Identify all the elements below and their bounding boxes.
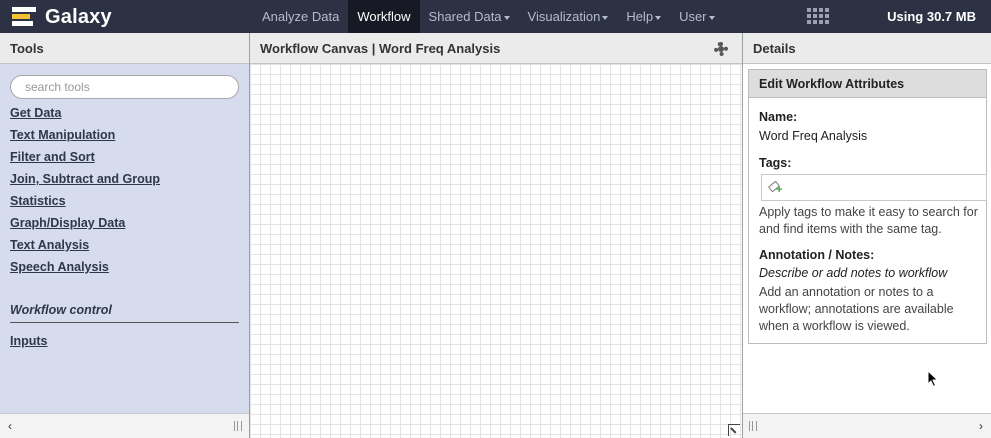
tool-section-text-analysis[interactable]: Text Analysis bbox=[10, 237, 160, 259]
chevron-down-icon bbox=[708, 15, 715, 20]
nav-workflow[interactable]: Workflow bbox=[348, 0, 420, 33]
chevron-down-icon bbox=[503, 15, 510, 20]
tool-search-input[interactable] bbox=[10, 75, 239, 99]
chevron-down-icon bbox=[602, 15, 609, 20]
name-label: Name: bbox=[759, 110, 798, 124]
main-nav: Analyze Data Workflow Shared Data Visual… bbox=[253, 0, 724, 33]
annotation-label: Annotation / Notes: bbox=[759, 248, 875, 262]
nav-shared-data[interactable]: Shared Data bbox=[420, 0, 519, 33]
grid-icon[interactable] bbox=[807, 8, 829, 26]
scroll-left-icon[interactable]: ‹ bbox=[4, 419, 16, 433]
nav-visualization[interactable]: Visualization bbox=[519, 0, 618, 33]
details-panel: Details Edit Workflow Attributes Name: W… bbox=[742, 33, 991, 438]
nav-label: Help bbox=[626, 9, 654, 24]
resize-grip-icon[interactable] bbox=[749, 421, 757, 431]
annotation-field[interactable]: Describe or add notes to workflow bbox=[759, 266, 947, 280]
annotation-help-text: Add an annotation or notes to a workflow… bbox=[759, 285, 954, 333]
tool-section-join-subtract-group[interactable]: Join, Subtract and Group bbox=[10, 171, 160, 193]
details-horizontal-scrollbar[interactable]: › bbox=[743, 413, 991, 438]
workflow-name-field[interactable]: Word Freq Analysis bbox=[759, 129, 867, 143]
tool-section-list: Get Data Text Manipulation Filter and So… bbox=[10, 105, 160, 281]
overview-toggle-icon[interactable] bbox=[728, 424, 740, 436]
tool-section-statistics[interactable]: Statistics bbox=[10, 193, 160, 215]
workflow-canvas-panel: Workflow Canvas | Word Freq Analysis bbox=[250, 33, 742, 438]
quota-meter[interactable]: Using 30.7 MB bbox=[887, 0, 976, 33]
tool-section-graph-display[interactable]: Graph/Display Data bbox=[10, 215, 160, 237]
nav-user[interactable]: User bbox=[670, 0, 723, 33]
brand-name: Galaxy bbox=[45, 5, 112, 28]
tools-panel-title: Tools bbox=[0, 33, 249, 64]
nav-label: Workflow bbox=[357, 9, 411, 24]
tags-input[interactable]: + bbox=[761, 174, 987, 201]
scroll-right-icon[interactable]: › bbox=[975, 419, 987, 433]
workflow-inputs-link[interactable]: Inputs bbox=[10, 334, 48, 348]
galaxy-logo-icon bbox=[12, 7, 36, 27]
nav-label: Analyze Data bbox=[262, 9, 340, 24]
nav-label: Visualization bbox=[527, 9, 601, 24]
tool-section-speech-analysis[interactable]: Speech Analysis bbox=[10, 259, 160, 281]
tool-section-filter-and-sort[interactable]: Filter and Sort bbox=[10, 149, 160, 171]
nav-analyze-data[interactable]: Analyze Data bbox=[253, 0, 348, 33]
add-tag-icon[interactable]: + bbox=[767, 180, 782, 196]
tools-horizontal-scrollbar[interactable]: ‹ bbox=[0, 413, 249, 438]
edit-attributes-title: Edit Workflow Attributes bbox=[749, 70, 986, 98]
tool-section-get-data[interactable]: Get Data bbox=[10, 105, 160, 127]
details-panel-title: Details bbox=[743, 33, 991, 64]
tools-panel: Tools Get Data Text Manipulation Filter … bbox=[0, 33, 250, 438]
workflow-control-label: Workflow control bbox=[10, 303, 239, 323]
masthead: Galaxy Analyze Data Workflow Shared Data… bbox=[0, 0, 991, 33]
resize-grip-icon[interactable] bbox=[234, 421, 242, 431]
canvas-header: Workflow Canvas | Word Freq Analysis bbox=[250, 33, 742, 64]
tool-section-text-manipulation[interactable]: Text Manipulation bbox=[10, 127, 160, 149]
gear-icon[interactable] bbox=[714, 42, 728, 56]
nav-label: Shared Data bbox=[428, 9, 502, 24]
nav-help[interactable]: Help bbox=[617, 0, 670, 33]
brand-link[interactable]: Galaxy bbox=[12, 4, 112, 30]
edit-attributes-box: Edit Workflow Attributes Name: Word Freq… bbox=[748, 69, 987, 344]
nav-label: User bbox=[679, 9, 707, 24]
tags-label: Tags: bbox=[759, 156, 792, 170]
chevron-down-icon bbox=[655, 15, 662, 20]
canvas-title: Workflow Canvas | Word Freq Analysis bbox=[260, 41, 501, 56]
workflow-canvas[interactable] bbox=[250, 64, 742, 438]
tags-help-text: Apply tags to make it easy to search for… bbox=[759, 205, 978, 236]
